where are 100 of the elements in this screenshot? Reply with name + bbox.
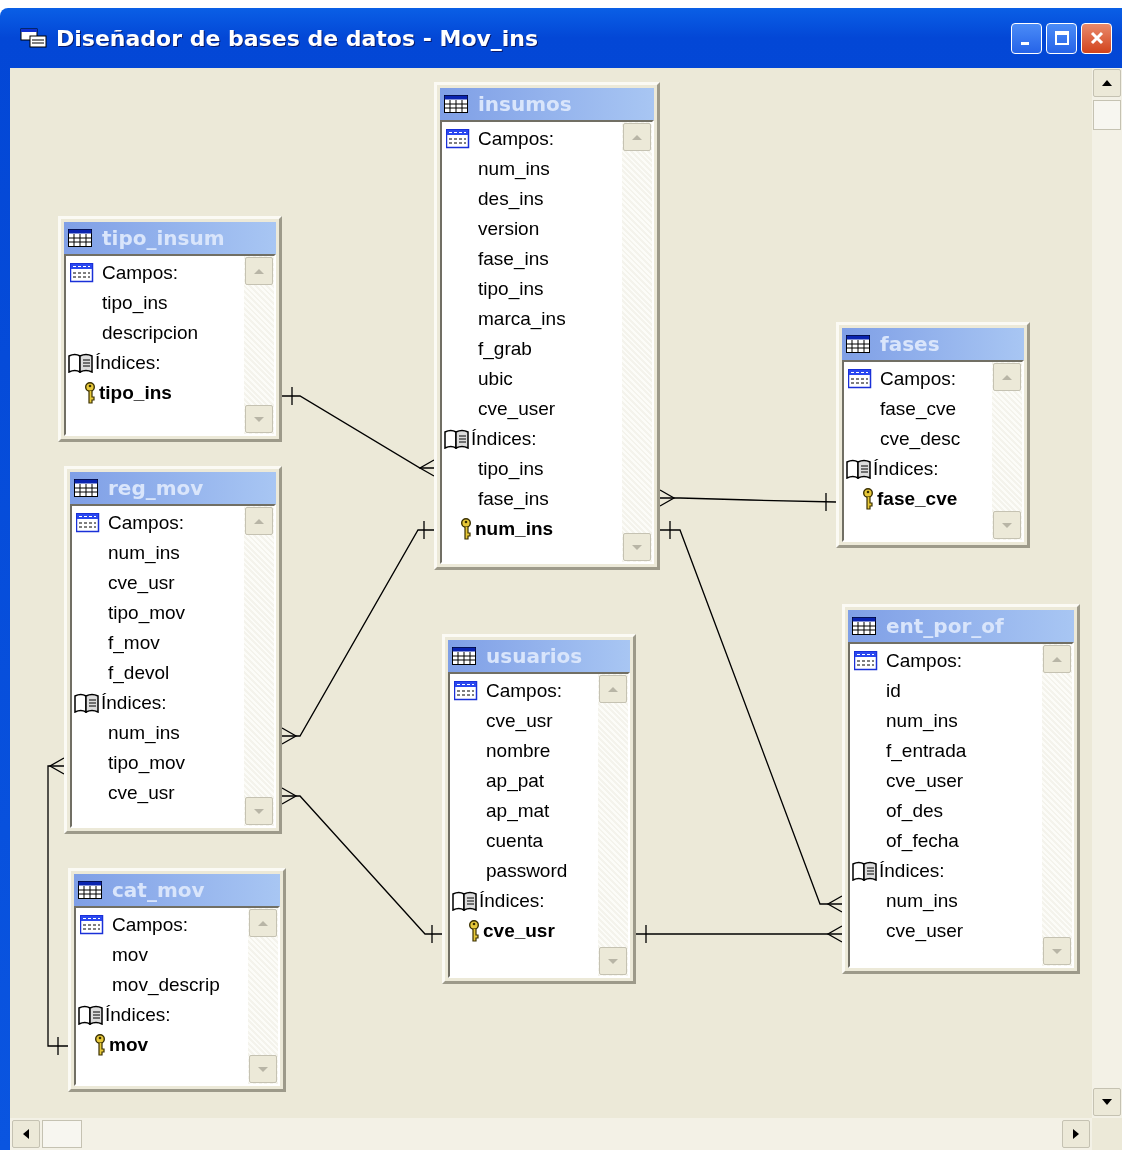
down-arrow-icon [253,807,265,815]
section-label: Campos: [112,912,189,937]
field-name: tipo_ins [478,456,544,482]
book-icon [846,459,872,479]
up-arrow-icon [1001,373,1013,381]
fields-icon [76,513,100,533]
table-name: ent_por_of [886,613,1004,640]
section-label: Índices: [105,1002,171,1027]
field-name: ubic [478,366,513,391]
field-name: fase_cve [880,396,957,422]
book-icon [452,891,478,911]
scroll-down-button[interactable] [1093,1088,1121,1116]
window-title: Diseñador de bases de datos - Mov_ins [56,24,539,53]
fields-icon [446,129,470,149]
field-name: ap_mat [486,798,550,824]
table-icon [68,229,92,247]
scroll-up-button[interactable] [1093,69,1121,97]
field-name: num_ins [886,708,958,734]
field-name: des_ins [478,186,544,212]
field-name: tipo_mov [108,600,186,626]
down-arrow-icon [607,957,619,965]
field-name: fase_ins [478,486,549,512]
section-label: Campos: [880,366,957,391]
primary-key-field: tipo_ins [99,378,172,408]
fields-icon [848,369,872,389]
up-arrow-icon [1101,79,1113,87]
close-button[interactable] [1081,22,1112,54]
table-box[interactable]: tipo_insum Campos: tipo_ins descripcion Índices: tipo_ins [58,216,282,442]
close-icon [1088,30,1105,46]
field-name: of_fecha [886,828,959,854]
field-name: f_mov [108,630,160,656]
key-icon [468,920,480,942]
field-name: tipo_mov [108,750,186,776]
table-box[interactable]: ent_por_of Campos: id num_ins f_entrada cve_user of_des of_fecha Índices: num_ins cve_user [842,604,1080,974]
down-arrow-icon [1001,521,1013,529]
table-box[interactable]: usuarios Campos: cve_usr nombre ap_pat ap_mat cuenta password Índices: cve_usr [442,634,636,984]
book-icon [74,693,100,713]
primary-key-field: fase_cve [877,484,958,514]
field-name: of_des [886,798,944,824]
section-label: Índices: [471,426,537,451]
book-icon [68,353,94,373]
table-box[interactable]: insumos Campos: num_ins des_ins version fase_ins tipo_ins marca_ins f_grab ubic cve_user Índices: tipo_ins fase_ins num_ins [434,82,660,570]
field-name: cve_user [886,918,964,944]
field-name: fase_ins [478,246,549,272]
book-icon [78,1005,104,1025]
fields-icon [70,263,94,283]
key-icon [460,518,472,540]
field-name: nombre [486,738,551,763]
up-arrow-icon [607,685,619,693]
table-box[interactable]: reg_mov Campos: num_ins cve_usr tipo_mov f_mov f_devol Índices: num_ins tipo_mov cve_usr [64,466,282,834]
field-name: version [478,216,540,241]
table-box[interactable]: fases Campos: fase_cve cve_desc Índices: fase_cve [836,322,1030,548]
down-arrow-icon [1051,947,1063,955]
scrollbar-thumb[interactable] [1093,100,1121,130]
table-box[interactable]: cat_mov Campos: mov mov_descrip Índices: mov [68,868,286,1092]
field-name: cve_usr [108,780,175,806]
field-name: mov [112,942,148,967]
down-arrow-icon [631,543,643,551]
field-name: tipo_ins [478,276,544,302]
primary-key-field: num_ins [475,514,554,544]
minimize-button[interactable] [1011,22,1042,54]
scrollbar-thumb[interactable] [42,1120,82,1148]
section-label: Campos: [102,260,179,285]
field-name: cve_desc [880,426,961,452]
up-arrow-icon [253,267,265,275]
table-name: cat_mov [112,877,205,904]
table-name: insumos [478,91,572,118]
section-label: Campos: [108,510,185,535]
table-name: usuarios [486,643,583,670]
table-name: tipo_insum [102,225,225,252]
field-name: num_ins [886,888,958,914]
table-icon [444,95,468,113]
right-arrow-icon [1072,1128,1080,1140]
table-name: fases [880,331,940,358]
book-icon [852,861,878,881]
maximize-button[interactable] [1046,22,1077,54]
scroll-right-button[interactable] [1062,1120,1090,1148]
key-icon [862,488,874,510]
field-name: f_devol [108,660,170,686]
up-arrow-icon [631,133,643,141]
table-icon [852,617,876,635]
section-label: Índices: [101,690,167,715]
horizontal-scrollbar[interactable] [10,1118,1092,1150]
scroll-left-button[interactable] [12,1120,40,1148]
field-name: cve_usr [108,570,175,596]
down-arrow-icon [257,1065,269,1073]
field-name: cve_user [886,768,964,794]
field-name: cve_user [478,396,556,422]
section-label: Índices: [95,350,161,375]
table-icon [452,647,476,665]
fields-icon [80,915,104,935]
section-label: Índices: [873,456,939,481]
maximize-icon [1053,30,1070,46]
up-arrow-icon [1051,655,1063,663]
field-name: f_entrada [886,738,967,764]
vertical-scrollbar[interactable] [1092,68,1122,1118]
section-label: Campos: [478,126,555,151]
primary-key-field: cve_usr [483,916,555,946]
table-icon [846,335,870,353]
book-icon [444,429,470,449]
